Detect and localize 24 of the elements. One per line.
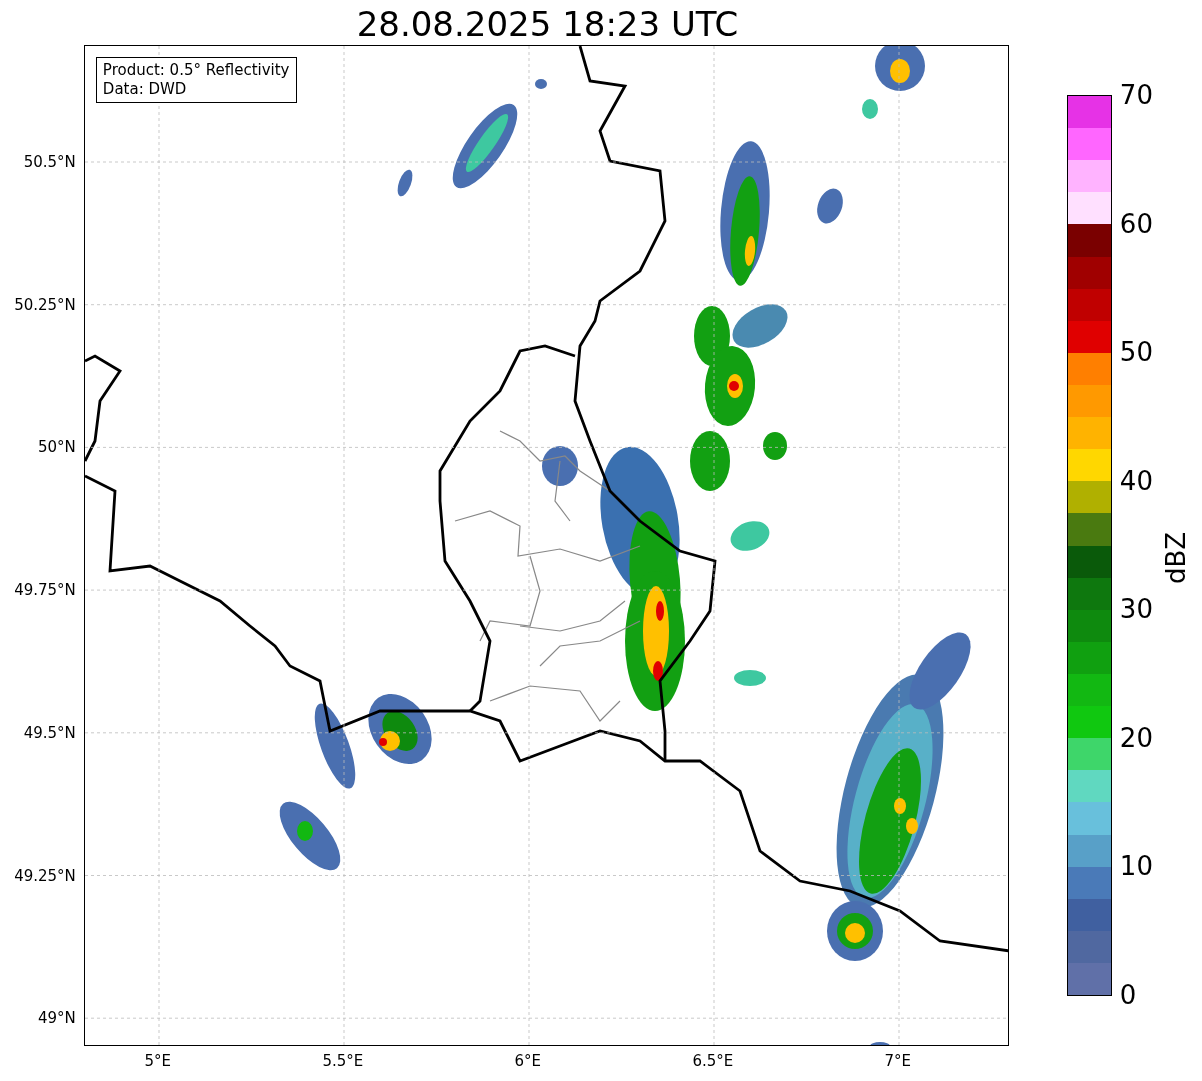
chart-title: 28.08.2025 18:23 UTC	[356, 4, 739, 45]
latitude-label: 49°N	[38, 1009, 76, 1028]
latitude-label: 50°N	[38, 438, 76, 457]
colorbar-tick-label: 10	[1119, 851, 1153, 882]
longitude-label: 6°E	[514, 1052, 542, 1070]
colorbar-tick-label: 40	[1119, 465, 1153, 496]
longitude-label: 5.5°E	[322, 1052, 364, 1070]
longitude-label: 7°E	[884, 1052, 912, 1070]
colorbar-tick-label: 60	[1119, 208, 1153, 239]
colorbar-tick-label: 30	[1119, 594, 1153, 625]
colorbar-tick-label: 50	[1119, 337, 1153, 368]
info-text: Product: 0.5° Reflectivity	[102, 61, 290, 80]
colorbar-tick-label: 70	[1119, 80, 1153, 110]
longitude-label: 5°E	[144, 1052, 172, 1070]
colorbar-tick-label: 0	[1119, 980, 1137, 1010]
latitude-label: 49.25°N	[14, 866, 76, 885]
colorbar-tick-label: 20	[1119, 722, 1153, 753]
latitude-label: 50.5°N	[23, 153, 76, 171]
latitude-label: 49.75°N	[14, 581, 76, 600]
longitude-label: 6.5°E	[692, 1052, 734, 1070]
latitude-label: 49.5°N	[23, 723, 76, 742]
latitude-label: 50.25°N	[14, 295, 76, 314]
colorbar-label: dBZ	[1160, 531, 1191, 585]
info-text: Data: DWD	[102, 80, 188, 99]
